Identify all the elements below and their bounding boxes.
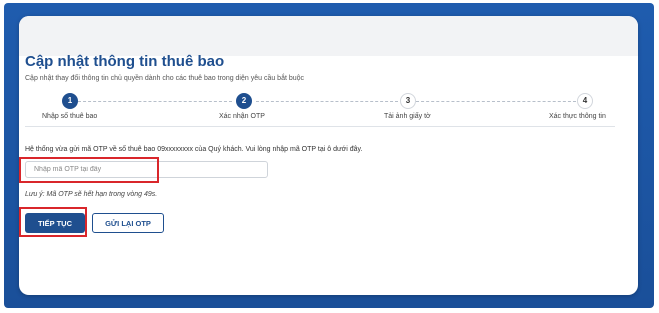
- step-4-indicator: 4: [577, 93, 593, 109]
- page-subtitle: Cập nhật thay đổi thông tin chủ quyền dà…: [25, 75, 305, 82]
- otp-expiry-note: Lưu ý: Mã OTP sẽ hết hạn trong vòng 49s.: [25, 191, 158, 198]
- step-1-indicator: 1: [62, 93, 78, 109]
- step-2-indicator: 2: [236, 93, 252, 109]
- step-connector: [256, 101, 398, 102]
- resend-otp-button[interactable]: GỬI LẠI OTP: [92, 213, 164, 233]
- step-connector: [416, 101, 576, 102]
- step-1-label: Nhập số thuê bao: [42, 113, 98, 120]
- step-3-indicator: 3: [400, 93, 416, 109]
- card-header-band: [19, 16, 638, 56]
- otp-sent-message: Hệ thống vừa gửi mã OTP về số thuê bao 0…: [25, 146, 363, 153]
- page-title: Cập nhật thông tin thuê bao: [25, 53, 225, 70]
- step-2-label: Xác nhận OTP: [219, 113, 265, 120]
- step-3-label: Tải ảnh giấy tờ: [384, 113, 431, 120]
- step-connector: [78, 101, 232, 102]
- stepper-divider: [25, 126, 615, 127]
- step-4-label: Xác thực thông tin: [549, 113, 606, 120]
- otp-input[interactable]: [25, 161, 268, 178]
- continue-button[interactable]: TIẾP TỤC: [25, 213, 85, 233]
